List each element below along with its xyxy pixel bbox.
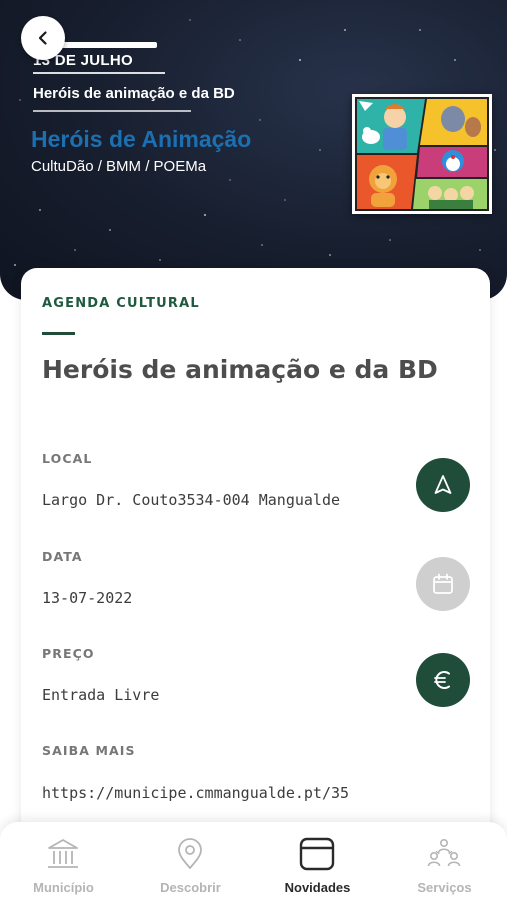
- event-name: Heróis de Animação: [31, 126, 252, 152]
- cartoon-collage-illustration: [355, 97, 489, 211]
- event-poster-image: [352, 94, 492, 214]
- building-columns-icon: [44, 836, 82, 872]
- nav-item-descobrir[interactable]: Descobrir: [127, 822, 254, 900]
- category-underline: [42, 332, 75, 335]
- nav-item-novidades[interactable]: Novidades: [254, 822, 381, 900]
- nav-item-municipio[interactable]: Município: [0, 822, 127, 900]
- date-value: 13-07-2022: [42, 589, 133, 607]
- chevron-left-icon: [38, 31, 47, 45]
- event-title: Heróis de animação e da BD: [42, 355, 438, 384]
- navigate-button[interactable]: [416, 458, 470, 512]
- nav-label: Serviços: [417, 880, 472, 895]
- navigation-arrow-icon: [434, 475, 452, 494]
- price-label: PREÇO: [42, 646, 95, 661]
- news-card-icon: [298, 836, 336, 872]
- people-services-icon: [425, 836, 463, 872]
- add-to-calendar-button[interactable]: [416, 557, 470, 611]
- category-label: AGENDA CULTURAL: [42, 296, 200, 311]
- bottom-navigation-bar: Município Descobrir Novidades Serviços: [0, 822, 507, 900]
- back-button[interactable]: [21, 16, 65, 60]
- location-label: LOCAL: [42, 451, 93, 466]
- nav-label: Município: [33, 880, 94, 895]
- calendar-icon: [433, 573, 453, 594]
- nav-label: Descobrir: [160, 880, 221, 895]
- event-hero-banner: 13 DE JULHO Heróis de animação e da BD H…: [0, 0, 507, 300]
- euro-icon: [434, 671, 450, 689]
- price-value: Entrada Livre: [42, 686, 160, 704]
- location-value: Largo Dr. Couto3534-004 Mangualde: [42, 491, 341, 509]
- event-details-card: AGENDA CULTURAL Heróis de animação e da …: [21, 268, 490, 868]
- price-button[interactable]: [416, 653, 470, 707]
- more-info-link[interactable]: https://municipe.cmmangualde.pt/35: [42, 784, 349, 802]
- decorative-divider: [33, 72, 165, 74]
- event-organizer: CultuDão / BMM / POEMa: [31, 158, 207, 175]
- event-subtitle: Heróis de animação e da BD: [33, 85, 235, 102]
- date-label: DATA: [42, 549, 83, 564]
- decorative-divider: [33, 110, 191, 112]
- map-pin-icon: [171, 836, 209, 872]
- more-info-label: SAIBA MAIS: [42, 743, 136, 758]
- nav-item-servicos[interactable]: Serviços: [381, 822, 507, 900]
- nav-label: Novidades: [284, 880, 351, 895]
